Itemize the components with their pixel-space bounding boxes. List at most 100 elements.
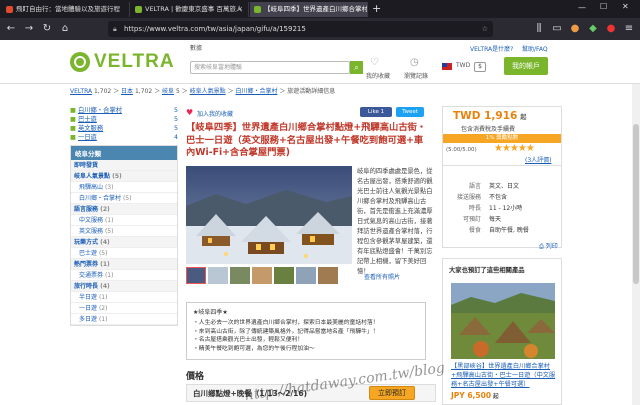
top-link-label: 巴士遊 — [77, 116, 97, 123]
favorites-label[interactable]: 我的收藏 — [366, 71, 390, 80]
book-now-button[interactable]: 立即預訂 — [369, 386, 415, 400]
thumbnail-photo[interactable] — [296, 267, 316, 284]
breadcrumb-gifu[interactable]: 岐阜 — [162, 88, 174, 95]
add-favorite-link[interactable]: 加入我的收藏 — [197, 109, 233, 118]
breadcrumb-shirakawa[interactable]: 白川鄉・合掌村 — [235, 88, 277, 95]
currency-icon[interactable]: $ — [474, 62, 486, 72]
thumbnail-photo[interactable] — [274, 267, 294, 284]
bookmark-star-icon[interactable]: ☆ — [482, 21, 488, 37]
home-icon[interactable]: ⌂ — [58, 22, 72, 36]
browser-tab-1[interactable]: 飛盯自由行：當地體驗以及旅遊行程 — [2, 2, 130, 17]
minimize-icon[interactable]: — — [578, 3, 586, 12]
extension-icon[interactable]: ● — [604, 22, 618, 36]
forward-icon[interactable]: → — [22, 22, 36, 36]
reader-icon[interactable]: ▭ — [550, 22, 564, 36]
category-row[interactable]: 白川鄉・合掌村 (5) — [71, 193, 177, 204]
category-row[interactable]: 飛驒高山 (3) — [71, 182, 177, 193]
lock-icon: 🔒︎ — [113, 25, 117, 33]
highlights-box: ★岐阜四季★ ・人生必去一次的世界遺產白川鄉合掌村，探索日本最美麗的童話村落！・… — [186, 302, 426, 360]
about-link[interactable]: VELTRA是什麼? — [470, 44, 513, 53]
reload-icon[interactable]: ↻ — [40, 22, 54, 36]
maximize-icon[interactable]: ☐ — [600, 2, 607, 11]
info-value: 11 - 12小時 — [489, 205, 523, 212]
sidebar-top-link[interactable]: ■ 一日遊 4 — [70, 133, 178, 142]
history-icon[interactable]: ◷ — [410, 57, 419, 68]
category-label: 一日遊 — [79, 305, 98, 312]
search-icon[interactable]: ⌕ — [350, 61, 363, 74]
category-count: (5) — [112, 173, 122, 180]
sidebar: ■ 白川鄉・合掌村 5 ■ 巴士遊 5 ■ 英文服務 5 ■ 一日遊 4 岐阜分類 即時發貨 … — [70, 106, 178, 326]
extension-icon[interactable]: ● — [568, 22, 582, 36]
new-tab-icon[interactable]: + — [372, 2, 381, 15]
scrollbar-thumb[interactable] — [633, 124, 639, 284]
logo-text[interactable]: VELTRA — [94, 51, 175, 73]
faq-link[interactable]: 幫助/FAQ — [522, 44, 548, 53]
tab-close-icon[interactable]: ✕ — [238, 2, 243, 17]
tour-info-row: 時長 11 - 12小時 — [443, 203, 561, 214]
thumbnail-photo[interactable] — [252, 267, 272, 284]
category-row[interactable]: 熱門票券 (1) — [71, 259, 177, 270]
category-count: (1) — [100, 261, 110, 268]
address-bar[interactable]: 🔒︎ https://www.veltra.com/tw/asia/japan/… — [108, 21, 493, 37]
library-icon[interactable]: ⫼ — [532, 22, 546, 36]
top-link-count: 4 — [173, 134, 178, 141]
category-row[interactable]: 巴士遊 (5) — [71, 248, 177, 259]
tweet-button[interactable]: Tweet — [396, 107, 424, 117]
site-header: VELTRA 數據 搜索岐阜當地體驗 ⌕ VELTRA是什麼? 幫助/FAQ ♡… — [0, 40, 640, 84]
category-row[interactable]: 多日遊 (1) — [71, 314, 177, 325]
tab-title: 飛盯自由行：當地體驗以及旅遊行程 — [16, 5, 120, 13]
category-row[interactable]: 岐阜人氣景點 (5) — [71, 171, 177, 182]
hero-photo[interactable] — [186, 166, 352, 264]
category-row[interactable]: 中文服務 (1) — [71, 215, 177, 226]
sidebar-top-link[interactable]: ■ 巴士遊 5 — [70, 115, 178, 124]
facebook-like-button[interactable]: Like 1 — [360, 107, 392, 117]
category-row[interactable]: 即時發貨 — [71, 160, 177, 171]
category-row[interactable]: 一日遊 (2) — [71, 303, 177, 314]
category-row[interactable]: 英文服務 (5) — [71, 226, 177, 237]
sidebar-top-link[interactable]: ■ 白川鄉・合掌村 5 — [70, 106, 178, 115]
thumbnail-photo[interactable] — [186, 267, 206, 284]
currency-label[interactable]: TWD — [456, 62, 470, 69]
heart-icon[interactable]: ♥ — [186, 108, 193, 117]
category-row[interactable]: 玩樂方式 (4) — [71, 237, 177, 248]
thumbnail-photo[interactable] — [318, 267, 338, 284]
back-icon[interactable]: ← — [4, 22, 18, 36]
account-button[interactable]: 我的帳戶 — [504, 57, 548, 75]
sidebar-top-link[interactable]: ■ 英文服務 5 — [70, 124, 178, 133]
plan-row[interactable]: 白川鄉點燈+晚餐（1/13～2/16) 立即預訂 — [186, 384, 436, 402]
price-heading: 價格 — [186, 372, 205, 382]
category-row[interactable]: 語言服務 (2) — [71, 204, 177, 215]
extension-icon[interactable]: ◆ — [586, 22, 600, 36]
category-row[interactable]: 旅行時長 (4) — [71, 281, 177, 292]
recommendation-photo[interactable] — [451, 283, 555, 359]
breadcrumb-veltra[interactable]: VELTRA — [70, 88, 92, 95]
rating-stars-icon: ★★★★★ — [494, 143, 535, 154]
recommendation-title-link[interactable]: 【黑部峽谷】世界遺產白川鄉合掌村+飛驒高山古街・巴士一日遊（中文服務+名古屋出發… — [451, 362, 557, 389]
thumbnail-photo[interactable] — [208, 267, 228, 284]
breadcrumb-japan[interactable]: 日本 — [121, 88, 133, 95]
tour-description: 岐阜的四季處處是景色，從名古屋出發，搭乘舒適的觀光巴士前往人氣觀光景點白川鄉合掌… — [357, 168, 433, 275]
tab-close-icon[interactable]: ✕ — [357, 2, 362, 17]
browser-tab-3[interactable]: 【岐阜四季】世界遺產白川鄉合掌村 ✕ — [250, 2, 368, 17]
breadcrumb-current: 旅遊活動詳細信息 — [287, 88, 336, 95]
browser-tab-2[interactable]: VELTRA | 歡慶東京盛事 百萬旅人 ✕ — [131, 2, 249, 17]
category-row[interactable]: 交通票券 (1) — [71, 270, 177, 281]
thumbnail-photo[interactable] — [230, 267, 250, 284]
page-scrollbar[interactable] — [632, 84, 640, 405]
window-close-icon[interactable]: ✕ — [622, 2, 629, 11]
category-label: 即時發貨 — [74, 162, 99, 169]
menu-icon[interactable]: ≡ — [622, 22, 636, 36]
top-link-count: 5 — [173, 116, 178, 123]
heart-icon[interactable]: ♡ — [370, 57, 379, 68]
reviews-link[interactable]: (3人評價) — [525, 155, 552, 164]
highlight-item: ・人生必去一次的世界遺產白川鄉合掌村，探索日本最美麗的童話村落！ — [193, 320, 379, 326]
category-row[interactable]: 半日遊 (1) — [71, 292, 177, 303]
breadcrumb-spots[interactable]: 岐阜人氣景點 — [190, 88, 226, 95]
print-link[interactable]: ⎙ 列印 — [539, 241, 558, 251]
history-label[interactable]: 瀏覽記錄 — [404, 71, 428, 80]
category-label: 交通票券 — [79, 272, 104, 279]
category-label: 玩樂方式 — [74, 239, 99, 246]
tour-info-row: 餐食 自助午餐, 晚餐 — [443, 225, 561, 236]
tab-title: 【岐阜四季】世界遺產白川鄉合掌村 — [264, 5, 368, 13]
search-input[interactable]: 搜索岐阜當地體驗 — [190, 61, 350, 74]
